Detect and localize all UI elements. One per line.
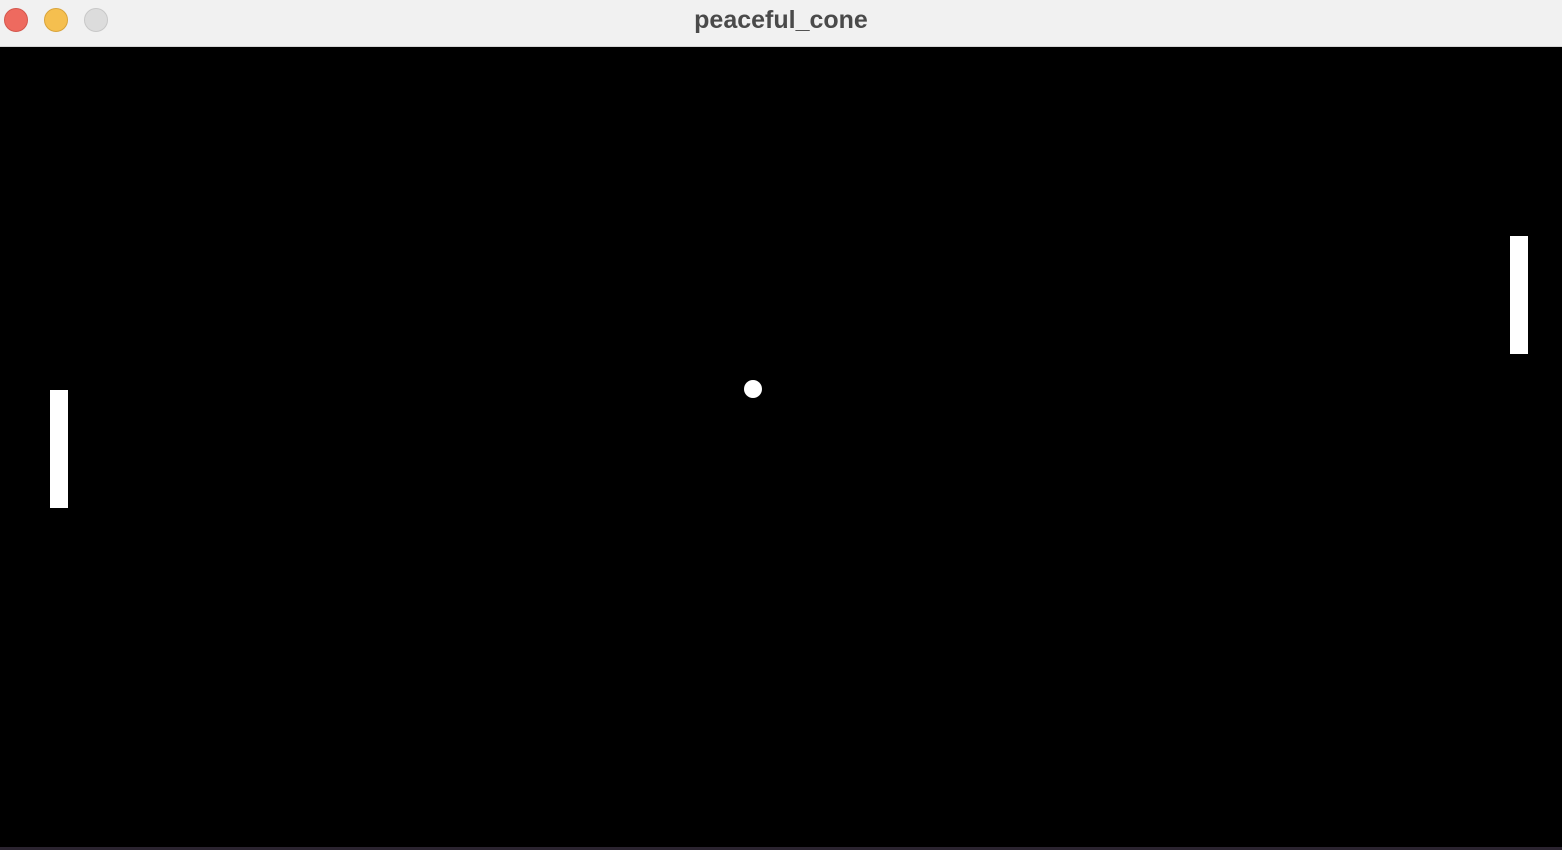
game-window: peaceful_cone (0, 0, 1562, 850)
game-canvas[interactable] (0, 47, 1562, 847)
right-paddle (1510, 236, 1528, 354)
left-paddle (50, 390, 68, 508)
title-bar[interactable]: peaceful_cone (0, 0, 1562, 47)
ball (744, 380, 762, 398)
window-title: peaceful_cone (694, 6, 868, 34)
